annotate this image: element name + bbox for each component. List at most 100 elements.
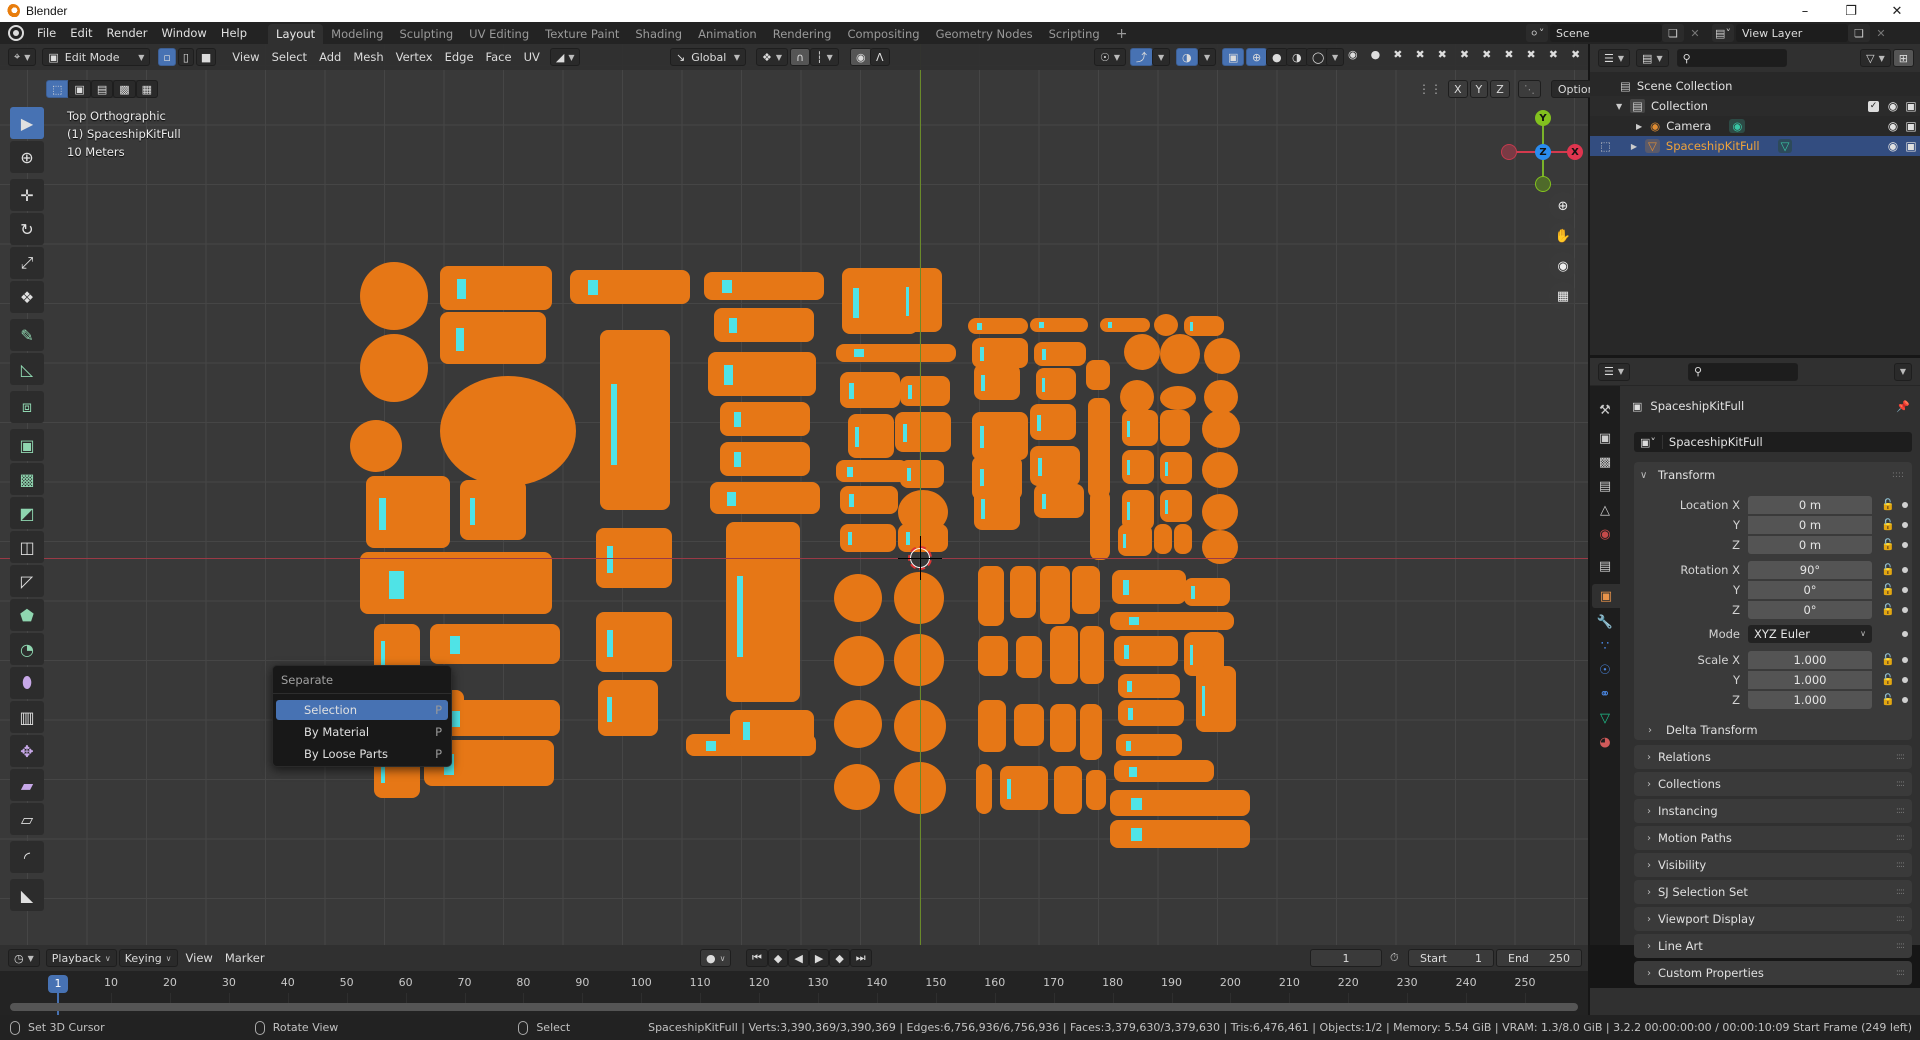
- location-y-field[interactable]: 0 m: [1748, 515, 1872, 534]
- location-z-field[interactable]: 0 m: [1748, 535, 1872, 554]
- menu-uv[interactable]: UV: [518, 50, 546, 64]
- keyframe-dot-icon[interactable]: [1902, 676, 1908, 683]
- overlays-dropdown[interactable]: ▼: [1198, 48, 1217, 66]
- tool-smooth-icon[interactable]: ⬮: [10, 667, 44, 699]
- tool-shrink-fatten-icon[interactable]: ✥: [10, 735, 44, 767]
- tab-compositing[interactable]: Compositing: [839, 24, 927, 44]
- transform-orientation-dropdown[interactable]: ↘ Global ▼: [670, 48, 746, 66]
- toggle-icon[interactable]: ✖: [1504, 48, 1513, 61]
- gizmo-dropdown[interactable]: ▼: [1152, 48, 1171, 66]
- scene-name-field[interactable]: Scene: [1550, 24, 1662, 42]
- shading-dropdown[interactable]: ▼: [1326, 48, 1345, 66]
- eye-icon[interactable]: ◉: [1886, 99, 1900, 113]
- play-button[interactable]: ▶: [808, 949, 830, 967]
- toggle-icon[interactable]: ✖: [1482, 48, 1491, 61]
- menu-mesh[interactable]: Mesh: [347, 50, 389, 64]
- shading-material-button[interactable]: ◑: [1286, 48, 1308, 66]
- separate-selection-item[interactable]: Selection P: [276, 700, 448, 720]
- select-subtract-button[interactable]: ▤: [90, 80, 114, 98]
- panel-custom-properties[interactable]: › Custom Properties::::: [1634, 961, 1912, 985]
- menu-window[interactable]: Window: [154, 22, 213, 44]
- tab-shading[interactable]: Shading: [627, 24, 690, 44]
- timeline-view-menu[interactable]: View: [180, 951, 219, 965]
- current-frame-field[interactable]: 1: [1310, 949, 1382, 967]
- scene-selector-icon[interactable]: ⚪˅: [1526, 24, 1548, 42]
- keyframe-dot-icon[interactable]: [1902, 656, 1908, 663]
- new-view-layer-icon[interactable]: ❏: [1848, 24, 1870, 42]
- tool-add-cube-icon[interactable]: ⧈: [10, 391, 44, 423]
- menu-edge[interactable]: Edge: [439, 50, 480, 64]
- tool-tab-icon[interactable]: ⚒: [1593, 398, 1617, 422]
- panel-collections[interactable]: › Collections::::: [1634, 772, 1912, 796]
- drag-grip-icon[interactable]: ::::: [1896, 914, 1905, 924]
- lock-icon[interactable]: 🔓: [1878, 498, 1898, 511]
- tool-rip-region-icon[interactable]: ▱: [10, 803, 44, 835]
- panel-visibility[interactable]: › Visibility::::: [1634, 853, 1912, 877]
- lock-icon[interactable]: 🔓: [1878, 673, 1898, 686]
- drag-grip-icon[interactable]: ::::: [1896, 941, 1905, 951]
- keyframe-dot-icon[interactable]: [1902, 696, 1908, 703]
- menu-add[interactable]: Add: [313, 50, 347, 64]
- mode-selector[interactable]: ▣ Edit Mode ▼: [42, 48, 151, 66]
- delete-scene-icon[interactable]: ✕: [1684, 24, 1706, 42]
- editor-type-button[interactable]: ⌖ ▼: [8, 48, 37, 66]
- world-tab-icon[interactable]: ◉: [1593, 522, 1617, 546]
- camera-view-icon[interactable]: ◉: [1549, 252, 1577, 280]
- stopwatch-icon[interactable]: ⏱: [1390, 951, 1399, 965]
- separate-by-material-item[interactable]: By Material P: [276, 722, 448, 742]
- end-frame-field[interactable]: End 250: [1496, 949, 1582, 967]
- tool-bevel-icon[interactable]: ◩: [10, 497, 44, 529]
- tool-select-box-icon[interactable]: ▶: [10, 107, 44, 139]
- keyframe-dot-icon[interactable]: [1902, 566, 1908, 573]
- playback-menu[interactable]: Playback ∨: [45, 949, 117, 967]
- rotation-z-field[interactable]: 0°: [1748, 600, 1872, 619]
- delta-transform-subpanel[interactable]: › Delta Transform: [1648, 720, 1758, 740]
- mirror-y-toggle[interactable]: Y: [1469, 80, 1489, 98]
- shading-wireframe-button[interactable]: ⊕: [1246, 48, 1268, 66]
- tool-spin-icon[interactable]: ◔: [10, 633, 44, 665]
- properties-options-dropdown[interactable]: ▼: [1893, 362, 1912, 381]
- render-camera-icon[interactable]: ▣: [1904, 139, 1918, 153]
- toggle-icon[interactable]: ✖: [1527, 48, 1536, 61]
- tab-rendering[interactable]: Rendering: [765, 24, 840, 44]
- tool-rotate-icon[interactable]: ↻: [10, 213, 44, 245]
- menu-render[interactable]: Render: [100, 22, 155, 44]
- scale-x-field[interactable]: 1.000: [1748, 650, 1872, 669]
- drag-grip-icon[interactable]: ::::: [1896, 779, 1905, 789]
- outliner-search-input[interactable]: ⚲: [1676, 49, 1787, 67]
- toggle-icon[interactable]: ✖: [1549, 48, 1558, 61]
- scale-z-field[interactable]: 1.000: [1748, 690, 1872, 709]
- drag-grip-icon[interactable]: ::::: [1896, 752, 1905, 762]
- render-camera-icon[interactable]: ▣: [1904, 99, 1918, 113]
- delete-view-layer-icon[interactable]: ✕: [1870, 24, 1892, 42]
- camera-data-icon[interactable]: ◉: [1729, 119, 1746, 133]
- exclude-checkbox[interactable]: ✓: [1868, 100, 1879, 112]
- gizmo-x-button[interactable]: X: [1567, 144, 1583, 160]
- tool-knife-icon[interactable]: ◸: [10, 565, 44, 597]
- 3d-viewport[interactable]: [0, 44, 1588, 945]
- tool-loop-cut-icon[interactable]: ◫: [10, 531, 44, 563]
- lock-icon[interactable]: 🔓: [1878, 603, 1898, 616]
- close-button[interactable]: ✕: [1874, 0, 1920, 22]
- location-x-field[interactable]: 0 m: [1748, 495, 1872, 514]
- output-tab-icon[interactable]: ▩: [1593, 450, 1617, 474]
- properties-search-input[interactable]: ⚲: [1688, 362, 1799, 381]
- tool-extrude-region-icon[interactable]: ▣: [10, 429, 44, 461]
- proportional-falloff-dropdown[interactable]: Λ: [870, 48, 890, 66]
- render-tab-icon[interactable]: ▣: [1593, 426, 1617, 450]
- outliner-row-collection[interactable]: ▼ ▤ Collection ✓ ◉ ▣: [1590, 96, 1920, 116]
- overlays-toggle[interactable]: ◑: [1176, 48, 1198, 66]
- tool-move-icon[interactable]: ✛: [10, 179, 44, 211]
- tool-annotate-icon[interactable]: ✎: [10, 319, 44, 351]
- new-collection-button[interactable]: ⊞: [1892, 49, 1914, 67]
- timeline-scrollbar[interactable]: [10, 1003, 1578, 1011]
- rotation-x-field[interactable]: 90°: [1748, 560, 1872, 579]
- eye-icon[interactable]: ◉: [1348, 48, 1358, 61]
- tab-layout[interactable]: Layout: [268, 24, 324, 44]
- toggle-icon[interactable]: ✖: [1438, 48, 1447, 61]
- lock-icon[interactable]: 🔓: [1878, 518, 1898, 531]
- drag-grip-icon[interactable]: ::::: [1896, 806, 1905, 816]
- panel-instancing[interactable]: › Instancing::::: [1634, 799, 1912, 823]
- outliner-row-camera[interactable]: ▶ ◉ Camera ◉ ◉ ▣: [1590, 116, 1920, 136]
- keyframe-dot-icon[interactable]: [1902, 521, 1908, 528]
